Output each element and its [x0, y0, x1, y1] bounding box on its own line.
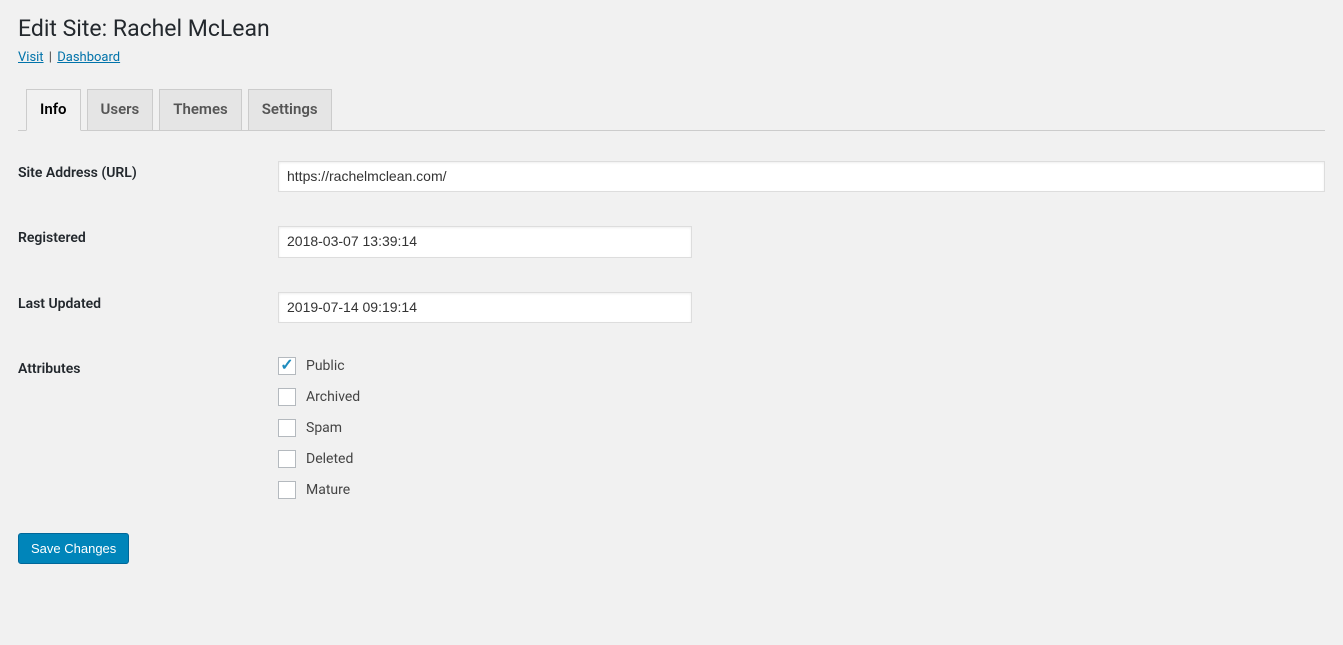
tab-row: Info Users Themes Settings — [18, 89, 1325, 131]
attribute-deleted: Deleted — [278, 450, 1325, 468]
registered-input[interactable] — [278, 226, 692, 258]
tab-settings[interactable]: Settings — [248, 89, 332, 131]
attribute-spam: Spam — [278, 419, 1325, 437]
site-address-label: Site Address (URL) — [18, 157, 278, 223]
last-updated-label: Last Updated — [18, 288, 278, 354]
page-title: Edit Site: Rachel McLean — [18, 15, 1325, 42]
attribute-archived-label: Archived — [306, 389, 360, 405]
link-separator: | — [49, 50, 52, 65]
checkbox-archived[interactable] — [278, 388, 296, 406]
attribute-archived: Archived — [278, 388, 1325, 406]
site-form: Site Address (URL) Registered Last Updat… — [18, 157, 1325, 530]
checkbox-mature[interactable] — [278, 481, 296, 499]
checkbox-deleted[interactable] — [278, 450, 296, 468]
visit-link[interactable]: Visit — [18, 50, 44, 65]
attribute-mature-label: Mature — [306, 482, 350, 498]
sublinks: Visit | Dashboard — [18, 50, 1325, 65]
tab-info[interactable]: Info — [26, 89, 81, 131]
checkbox-spam[interactable] — [278, 419, 296, 437]
attribute-spam-label: Spam — [306, 420, 342, 436]
attributes-list: Public Archived Spam Deleted Mature — [278, 357, 1325, 499]
tab-users[interactable]: Users — [87, 89, 154, 131]
attribute-public: Public — [278, 357, 1325, 375]
attributes-label: Attributes — [18, 353, 278, 529]
dashboard-link[interactable]: Dashboard — [57, 50, 120, 65]
attribute-public-label: Public — [306, 358, 345, 374]
save-button[interactable]: Save Changes — [18, 533, 129, 564]
tab-themes[interactable]: Themes — [159, 89, 241, 131]
last-updated-input[interactable] — [278, 292, 692, 324]
registered-label: Registered — [18, 222, 278, 288]
attribute-mature: Mature — [278, 481, 1325, 499]
attribute-deleted-label: Deleted — [306, 451, 353, 467]
site-address-input[interactable] — [278, 161, 1325, 193]
checkbox-public[interactable] — [278, 357, 296, 375]
